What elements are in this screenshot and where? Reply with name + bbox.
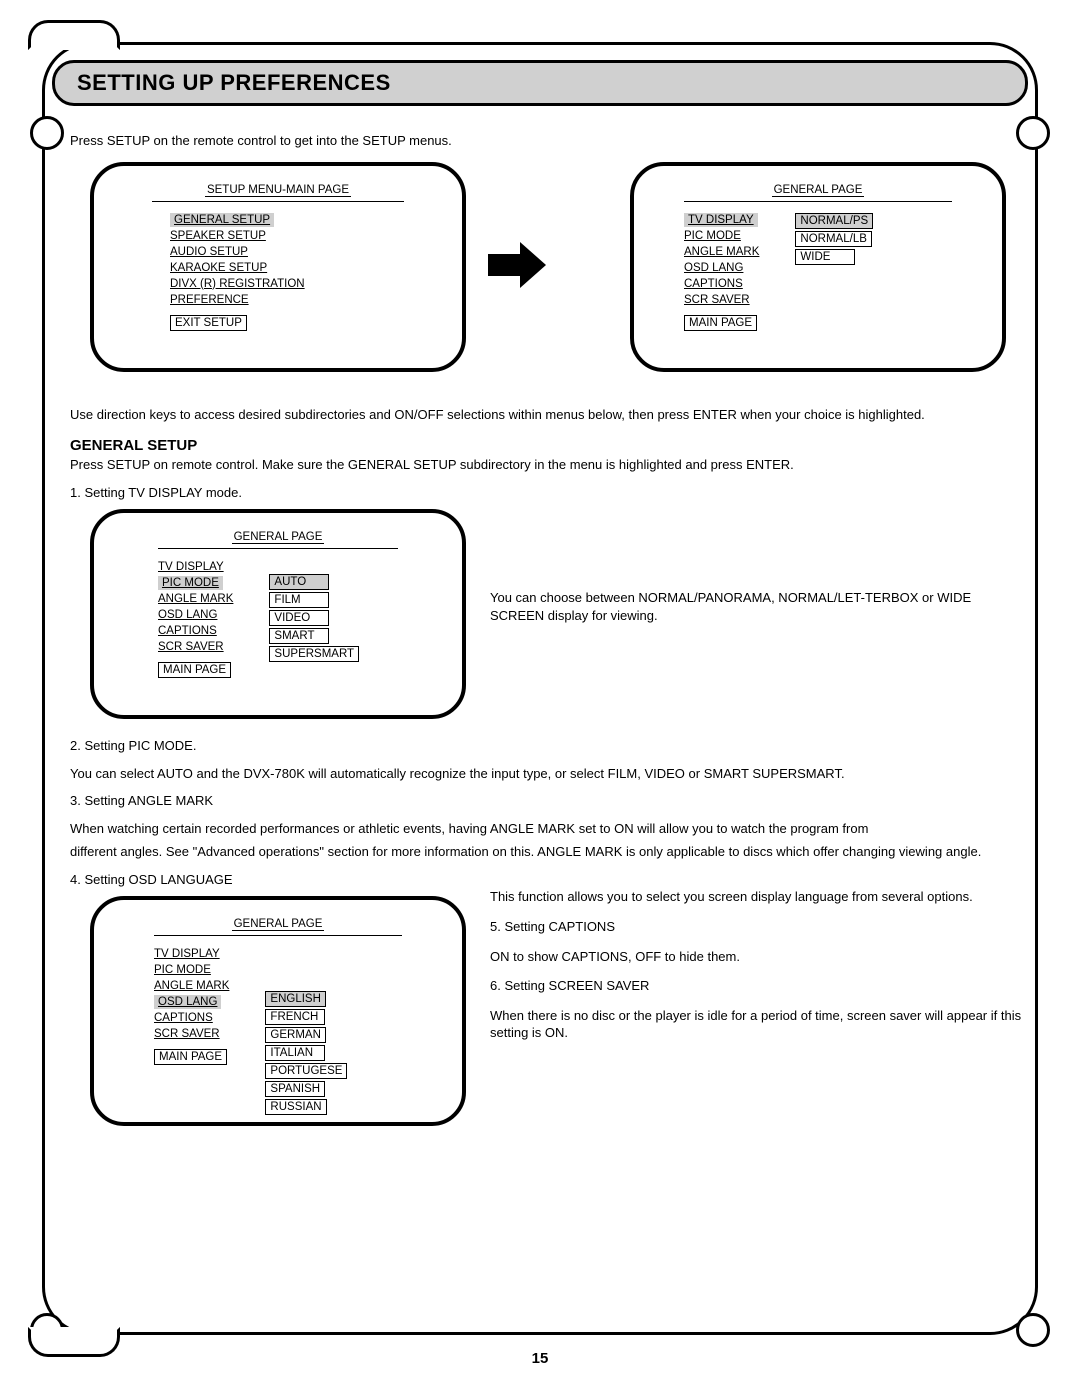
menu-item: SCR SAVER [158, 640, 224, 654]
menu-option: PORTUGESE [265, 1063, 347, 1079]
menu-item: KARAOKE SETUP [170, 261, 267, 275]
menu-item: CAPTIONS [154, 1011, 214, 1025]
menu-item: OSD LANG [684, 261, 744, 275]
intro-text: Press SETUP on the remote control to get… [70, 132, 1026, 150]
general-page-panel: GENERAL PAGE TV DISPLAY PIC MODE ANGLE M… [630, 162, 1006, 372]
menu-row-1: SETUP MENU-MAIN PAGE GENERAL SETUP SPEAK… [70, 162, 1026, 392]
page-number: 15 [0, 1350, 1080, 1367]
menu-item: SCR SAVER [154, 1027, 220, 1041]
menu-option: SPANISH [265, 1081, 325, 1097]
menu-item: OSD LANG [154, 995, 221, 1009]
menu-item: TV DISPLAY [158, 560, 224, 574]
arrow-right-icon [488, 242, 548, 288]
menu-option: ENGLISH [265, 991, 326, 1007]
step-text: 6. Setting SCREEN SAVER [490, 977, 1026, 995]
body-text: When there is no disc or the player is i… [490, 1007, 1026, 1042]
menu-row-3: GENERAL PAGE TV DISPLAY PIC MODE ANGLE M… [70, 896, 1026, 1156]
step-text: 5. Setting CAPTIONS [490, 918, 1026, 936]
tab-notch-bottom [28, 1327, 120, 1357]
menu-title: GENERAL PAGE [158, 531, 398, 544]
body-text: You can choose between NORMAL/PANORAMA, … [490, 589, 1026, 624]
instructions-text: Use direction keys to access desired sub… [70, 406, 1026, 424]
menu-option: ITALIAN [265, 1045, 325, 1061]
body-text: ON to show CAPTIONS, OFF to hide them. [490, 948, 1026, 966]
menu-item-main: MAIN PAGE [158, 662, 231, 678]
menu-item: TV DISPLAY [684, 213, 758, 227]
menu-option: RUSSIAN [265, 1099, 326, 1115]
pic-mode-panel: GENERAL PAGE TV DISPLAY PIC MODE ANGLE M… [90, 509, 466, 719]
body-text: When watching certain recorded performan… [70, 820, 1026, 838]
menu-option: GERMAN [265, 1027, 325, 1043]
step-text: 3. Setting ANGLE MARK [70, 792, 1026, 810]
menu-item: CAPTIONS [684, 277, 744, 291]
menu-item: TV DISPLAY [154, 947, 220, 961]
menu-item: PIC MODE [684, 229, 744, 243]
menu-item: OSD LANG [158, 608, 218, 622]
menu-option: NORMAL/PS [795, 213, 873, 229]
tab-notch-top [28, 20, 120, 50]
menu-item: SCR SAVER [684, 293, 750, 307]
instructions-text: Press SETUP on remote control. Make sure… [70, 456, 1026, 474]
menu-option: SUPERSMART [269, 646, 359, 662]
binder-hole [1016, 1313, 1050, 1347]
menu-item: PIC MODE [154, 963, 214, 977]
menu-item: GENERAL SETUP [170, 213, 274, 227]
right-column: This function allows you to select you s… [490, 888, 1026, 1053]
menu-item: CAPTIONS [158, 624, 218, 638]
subsection-heading: GENERAL SETUP [70, 437, 1026, 454]
page-content: Press SETUP on the remote control to get… [70, 132, 1026, 1307]
menu-item-main: MAIN PAGE [684, 315, 757, 331]
menu-title: GENERAL PAGE [154, 918, 402, 931]
binder-hole [30, 116, 64, 150]
menu-option: WIDE [795, 249, 855, 265]
menu-title: GENERAL PAGE [684, 184, 952, 197]
menu-option: FRENCH [265, 1009, 325, 1025]
body-text: different angles. See "Advanced operatio… [70, 843, 1026, 861]
body-text: This function allows you to select you s… [490, 888, 1026, 906]
menu-block: GENERAL PAGE TV DISPLAY PIC MODE ANGLE M… [154, 918, 402, 1116]
section-title: SETTING UP PREFERENCES [77, 70, 391, 96]
body-text: You can select AUTO and the DVX-780K wil… [70, 765, 1026, 783]
menu-item: AUDIO SETUP [170, 245, 248, 259]
menu-option: NORMAL/LB [795, 231, 871, 247]
menu-block: GENERAL PAGE TV DISPLAY PIC MODE ANGLE M… [684, 184, 952, 332]
menu-item: DIVX (R) REGISTRATION [170, 277, 305, 291]
menu-option: AUTO [269, 574, 329, 590]
setup-menu-panel: SETUP MENU-MAIN PAGE GENERAL SETUP SPEAK… [90, 162, 466, 372]
menu-item: SPEAKER SETUP [170, 229, 266, 243]
step-description: You can choose between NORMAL/PANORAMA, … [490, 589, 1026, 630]
menu-item: ANGLE MARK [684, 245, 759, 259]
menu-item-main: MAIN PAGE [154, 1049, 227, 1065]
menu-item: ANGLE MARK [154, 979, 229, 993]
menu-block: SETUP MENU-MAIN PAGE GENERAL SETUP SPEAK… [152, 184, 404, 332]
step-text: 4. Setting OSD LANGUAGE [70, 871, 1026, 889]
menu-item-exit: EXIT SETUP [170, 315, 247, 331]
menu-item: ANGLE MARK [158, 592, 233, 606]
menu-option: SMART [269, 628, 329, 644]
menu-option: VIDEO [269, 610, 329, 626]
menu-title: SETUP MENU-MAIN PAGE [152, 184, 404, 197]
menu-item: PREFERENCE [170, 293, 249, 307]
step-text: 2. Setting PIC MODE. [70, 737, 1026, 755]
section-header: SETTING UP PREFERENCES [52, 60, 1028, 106]
menu-block: GENERAL PAGE TV DISPLAY PIC MODE ANGLE M… [158, 531, 398, 679]
menu-item: PIC MODE [158, 576, 223, 590]
menu-option: FILM [269, 592, 329, 608]
menu-row-2: GENERAL PAGE TV DISPLAY PIC MODE ANGLE M… [70, 509, 1026, 737]
osd-language-panel: GENERAL PAGE TV DISPLAY PIC MODE ANGLE M… [90, 896, 466, 1126]
step-text: 1. Setting TV DISPLAY mode. [70, 484, 1026, 502]
binder-hole [1016, 116, 1050, 150]
